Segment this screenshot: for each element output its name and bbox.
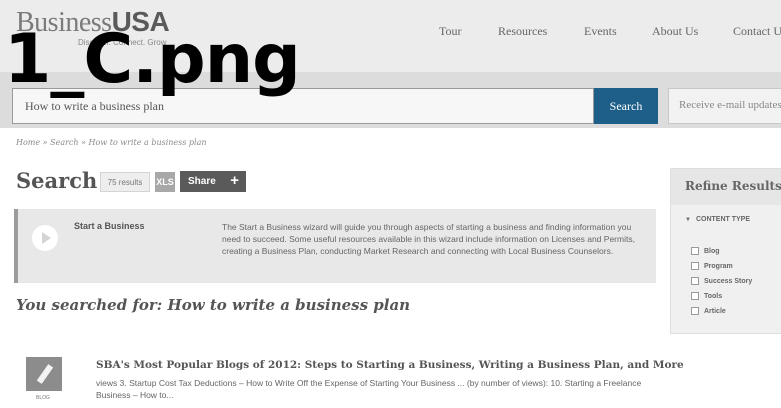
results-count-badge: 75 results (100, 172, 150, 192)
breadcrumb-home[interactable]: Home (16, 138, 40, 147)
wizard-callout: Start a Business The Start a Business wi… (14, 209, 656, 283)
wizard-title[interactable]: Start a Business (74, 221, 145, 231)
breadcrumb: Home » Search » How to write a business … (16, 138, 207, 147)
searched-for-heading: You searched for: How to write a busines… (16, 296, 411, 314)
filter-option-label: Article (704, 307, 726, 315)
breadcrumb-search[interactable]: Search (50, 138, 78, 147)
filter-option[interactable]: Success Story (691, 277, 752, 285)
nav-tour[interactable]: Tour (439, 24, 462, 39)
filter-option-label: Tools (704, 292, 723, 300)
page-title: Search (16, 168, 98, 193)
breadcrumb-current: How to write a business plan (88, 138, 207, 147)
blog-type-icon (26, 357, 62, 391)
filter-option[interactable]: Article (691, 307, 726, 315)
filter-option[interactable]: Tools (691, 292, 722, 300)
checkbox[interactable] (691, 307, 699, 315)
facet-content-type[interactable]: ▼ CONTENT TYPE (685, 216, 750, 223)
export-excel-button[interactable]: XLS (155, 172, 175, 192)
plus-icon: + (230, 172, 239, 189)
filter-option[interactable]: Blog (691, 247, 720, 255)
filter-option-label: Success Story (704, 277, 753, 285)
filter-option[interactable]: Program (691, 262, 733, 270)
nav-contact-us[interactable]: Contact Us (733, 24, 781, 39)
checkbox[interactable] (691, 247, 699, 255)
search-button[interactable]: Search (594, 88, 658, 124)
result-type-label: BLOG (36, 395, 50, 401)
checkbox[interactable] (691, 262, 699, 270)
refine-results-title: Refine Results (671, 169, 781, 205)
pencil-icon (36, 364, 54, 384)
result-title-link[interactable]: SBA's Most Popular Blogs of 2012: Steps … (96, 359, 684, 371)
share-button[interactable]: Share + (180, 171, 246, 192)
play-icon[interactable] (32, 225, 58, 251)
checkbox[interactable] (691, 292, 699, 300)
email-updates-input[interactable]: Receive e-mail updates (668, 88, 781, 124)
checkbox[interactable] (691, 277, 699, 285)
filter-option-label: Blog (704, 247, 720, 255)
wizard-description: The Start a Business wizard will guide y… (222, 222, 635, 256)
nav-about-us[interactable]: About Us (652, 24, 698, 39)
result-snippet: views 3. Startup Cost Tax Deductions – H… (96, 378, 642, 400)
refine-results-panel: Refine Results ▼ CONTENT TYPE Blog Progra… (670, 168, 781, 334)
filter-option-label: Program (704, 262, 733, 270)
nav-resources[interactable]: Resources (498, 24, 547, 39)
nav-events[interactable]: Events (584, 24, 617, 39)
screenshot-label: 1_C.png (4, 20, 301, 99)
triangle-down-icon: ▼ (685, 217, 691, 223)
share-label: Share (188, 176, 216, 187)
facet-label: CONTENT TYPE (695, 216, 751, 223)
